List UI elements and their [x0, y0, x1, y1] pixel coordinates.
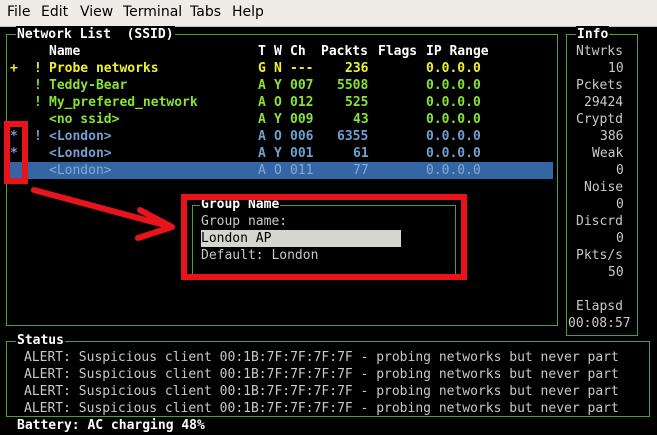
row-channel: --- — [290, 61, 314, 76]
row-packets: 6355 — [337, 129, 369, 144]
info-value: 0 — [616, 163, 624, 178]
row-type: A — [258, 163, 266, 178]
annotation-box-dialog — [181, 194, 467, 280]
column-name: Name — [49, 44, 81, 59]
row-name: <London> — [49, 146, 112, 161]
row-ip: 0.0.0.0 — [426, 78, 481, 93]
info-value: 29424 — [584, 95, 624, 110]
info-value: 50 — [608, 265, 624, 280]
row-ip: 0.0.0.0 — [426, 129, 481, 144]
row-wep: Y — [274, 146, 282, 161]
row-mark: + — [10, 61, 18, 76]
network-list-title: Network List (SSID) — [16, 26, 175, 43]
row-packets: 5508 — [337, 78, 369, 93]
menu-edit[interactable]: Edit — [41, 4, 68, 20]
row-ip: 0.0.0.0 — [426, 112, 481, 127]
row-packets: 77 — [353, 163, 369, 178]
row-wep: O — [274, 163, 282, 178]
row-name: <London> — [49, 163, 112, 178]
info-label: Pkts/s — [576, 248, 623, 263]
info-label: Cryptd — [576, 112, 623, 127]
row-channel: 006 — [290, 129, 314, 144]
info-value: 386 — [600, 129, 624, 144]
menu-tabs[interactable]: Tabs — [190, 4, 221, 20]
menu-bar: File Edit View Terminal Tabs Help — [0, 0, 657, 27]
row-name: Teddy-Bear — [49, 78, 128, 93]
row-flag: ! — [34, 129, 42, 144]
menu-view[interactable]: View — [80, 4, 113, 20]
status-line: ALERT: Suspicious client 00:1B:7F:7F:7F:… — [24, 350, 619, 365]
row-wep: Y — [274, 78, 282, 93]
info-value: 0 — [616, 197, 624, 212]
row-wep: N — [274, 61, 282, 76]
row-name: My_prefered_network — [49, 95, 198, 110]
row-name: Probe networks — [49, 61, 159, 76]
row-name: <no ssid> — [49, 112, 120, 127]
column-type: T — [258, 44, 266, 59]
info-value: 0 — [616, 231, 624, 246]
info-label: Ntwrks — [576, 44, 623, 59]
row-flag: ! — [34, 95, 42, 110]
row-channel: 011 — [290, 163, 314, 178]
row-type: A — [258, 112, 266, 127]
info-elapsed-value: 00:08:57 — [568, 316, 631, 331]
row-ip: 0.0.0.0 — [426, 61, 481, 76]
terminal-area[interactable]: Network List (SSID) Info Name T W Ch Pac… — [0, 26, 657, 435]
row-channel: 007 — [290, 78, 314, 93]
menu-terminal[interactable]: Terminal — [123, 4, 182, 20]
row-ip: 0.0.0.0 — [426, 146, 481, 161]
row-packets: 43 — [353, 112, 369, 127]
row-wep: O — [274, 95, 282, 110]
row-type: A — [258, 78, 266, 93]
column-flags: Flags — [378, 44, 418, 59]
info-label: Pckets — [576, 78, 623, 93]
row-packets: 61 — [353, 146, 369, 161]
row-channel: 009 — [290, 112, 314, 127]
row-type: A — [258, 129, 266, 144]
column-wep: W — [274, 44, 282, 59]
status-line: ALERT: Suspicious client 00:1B:7F:7F:7F:… — [24, 384, 619, 399]
battery-status: Battery: AC charging 48% — [17, 418, 205, 433]
row-type: A — [258, 146, 266, 161]
info-label: Discrd — [576, 214, 623, 229]
column-channel: Ch — [290, 44, 306, 59]
row-flag: ! — [34, 78, 42, 93]
row-packets: 236 — [345, 61, 369, 76]
status-line: ALERT: Suspicious client 00:1B:7F:7F:7F:… — [24, 401, 619, 416]
annotation-box-left — [4, 121, 28, 184]
row-type: G — [258, 61, 266, 76]
info-label: Noise — [584, 180, 624, 195]
row-type: A — [258, 95, 266, 110]
row-ip: 0.0.0.0 — [426, 163, 481, 178]
row-channel: 001 — [290, 146, 314, 161]
column-packets: Packts — [321, 44, 368, 59]
row-flag: ! — [34, 61, 42, 76]
status-line: ALERT: Suspicious client 00:1B:7F:7F:7F:… — [24, 367, 619, 382]
row-channel: 012 — [290, 95, 314, 110]
info-title: Info — [576, 26, 610, 43]
row-wep: O — [274, 129, 282, 144]
row-packets: 525 — [345, 95, 369, 110]
row-ip: 0.0.0.0 — [426, 95, 481, 110]
info-value: 10 — [608, 61, 624, 76]
row-wep: Y — [274, 112, 282, 127]
menu-file[interactable]: File — [7, 4, 30, 20]
column-ip-range: IP Range — [426, 44, 489, 59]
info-label: Weak — [592, 146, 624, 161]
menu-help[interactable]: Help — [232, 4, 264, 20]
row-name: <London> — [49, 129, 112, 144]
annotation-arrow-icon — [31, 187, 175, 241]
status-title: Status — [16, 332, 65, 349]
info-elapsed-label: Elapsd — [576, 299, 623, 314]
